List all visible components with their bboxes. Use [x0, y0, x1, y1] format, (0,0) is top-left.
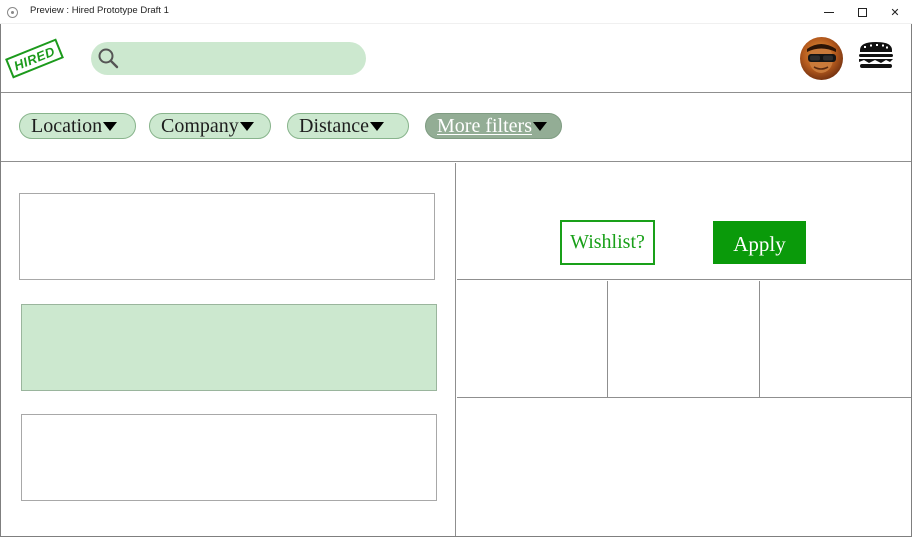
job-info-cell: [457, 281, 608, 397]
app-icon: [7, 7, 18, 18]
wishlist-button[interactable]: Wishlist?: [560, 220, 655, 265]
job-card[interactable]: [19, 193, 435, 280]
more-filters-label: More filters: [437, 115, 532, 137]
minimize-button[interactable]: [813, 0, 845, 24]
job-info-cell: [608, 281, 760, 397]
job-info-cell: [760, 281, 911, 397]
more-filters-dropdown[interactable]: More filters: [425, 113, 562, 139]
caret-down-icon: [239, 121, 254, 131]
job-detail-header: [457, 163, 911, 280]
apply-button[interactable]: Apply: [713, 221, 806, 264]
logo[interactable]: HIRED: [3, 38, 75, 92]
window-title: Preview : Hired Prototype Draft 1: [30, 5, 169, 16]
minimize-icon: [824, 11, 834, 13]
maximize-icon: [857, 7, 867, 17]
job-card[interactable]: [21, 414, 437, 501]
search-input[interactable]: [91, 42, 366, 75]
caret-down-icon: [532, 121, 547, 131]
location-filter-dropdown[interactable]: Location: [19, 113, 136, 139]
distance-filter-dropdown[interactable]: Distance: [287, 113, 409, 139]
close-icon: ✕: [890, 5, 900, 19]
caret-down-icon: [103, 121, 118, 131]
company-filter-dropdown[interactable]: Company: [149, 113, 271, 139]
close-button[interactable]: ✕: [879, 0, 911, 24]
caret-down-icon: [369, 121, 384, 131]
job-description-area: [457, 398, 911, 536]
search-icon: [98, 48, 119, 69]
maximize-button[interactable]: [846, 0, 878, 24]
location-filter-label: Location: [31, 115, 103, 137]
hired-stamp-logo: HIRED: [5, 38, 64, 79]
avatar[interactable]: [800, 37, 843, 80]
user-avatar-icon: [807, 44, 836, 73]
distance-filter-label: Distance: [299, 115, 369, 137]
company-filter-label: Company: [161, 115, 239, 137]
job-card-selected[interactable]: [21, 304, 437, 391]
window-titlebar: Preview : Hired Prototype Draft 1 ✕: [0, 0, 912, 24]
hamburger-menu-icon[interactable]: [857, 40, 895, 72]
